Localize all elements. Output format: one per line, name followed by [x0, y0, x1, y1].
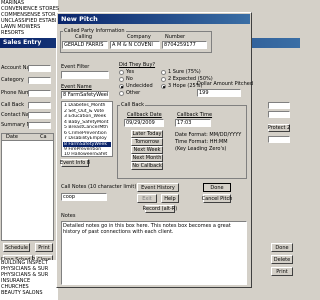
- background-list-top: MARINAS CONVENIENCE STORES COMMENSENSE S…: [0, 0, 83, 38]
- help-button[interactable]: Help: [161, 194, 179, 203]
- no-callback-button[interactable]: No Callback: [131, 162, 163, 170]
- did-they-buy-label: Did They Buy?: [119, 62, 156, 68]
- company-field[interactable]: A M & N COVENI: [110, 41, 160, 49]
- leading-zeros-text: (Key Leading Zero's): [175, 146, 227, 152]
- buy-yes-label: Yes: [126, 69, 135, 75]
- event-list-item[interactable]: 7 DisabilityEmploy: [63, 136, 111, 141]
- right-field-3[interactable]: [268, 136, 290, 143]
- tomorrow-button[interactable]: Tomorrow: [131, 138, 163, 146]
- call-back-field[interactable]: [28, 102, 51, 109]
- category-field[interactable]: [28, 77, 51, 84]
- event-info-button[interactable]: Event Info 8: [60, 159, 90, 167]
- sure-2-radio[interactable]: [161, 77, 166, 82]
- event-list-item[interactable]: 5 BreastCancerMth: [63, 125, 111, 130]
- next-week-button[interactable]: Next Week: [131, 146, 163, 154]
- buy-other-label: Other: [126, 90, 141, 96]
- done-button-right[interactable]: Done: [271, 243, 293, 252]
- exit-button[interactable]: Exit: [137, 194, 157, 203]
- dollar-amount-label: Dollar Amount Pitched: [197, 81, 254, 87]
- number-label: Number: [165, 34, 186, 40]
- delete-button-right[interactable]: Delete: [271, 255, 293, 264]
- callback-date-label: Callback Date: [127, 112, 162, 118]
- print-button-right[interactable]: Print: [271, 267, 293, 276]
- buy-yes-radio[interactable]: [119, 70, 124, 75]
- event-list-item[interactable]: 1 Diabetes_Month: [63, 103, 111, 108]
- event-listbox[interactable]: 1 Diabetes_Month 2 Set_Out_& Vote 3 Educ…: [61, 101, 113, 157]
- buy-other-radio[interactable]: [119, 91, 124, 96]
- label-call-back: Call Back: [1, 102, 25, 108]
- account-name-field[interactable]: [28, 65, 51, 72]
- new-pitch-dialog: New Pitch Called Party Information Calli…: [56, 12, 254, 288]
- sales-entry-title: Sales Entry: [3, 39, 42, 46]
- sure-1-label: 1 Sure (75%): [168, 69, 201, 75]
- event-list-item[interactable]: 3 Education_Week: [63, 114, 111, 119]
- buy-no-radio[interactable]: [119, 77, 124, 82]
- date-format-text: Date Format: MM/DD/YYYY: [175, 132, 242, 138]
- called-party-group-label: Called Party Information: [63, 28, 126, 34]
- next-month-button[interactable]: Next Month: [131, 154, 163, 162]
- call-back-group-label: Call Back: [120, 102, 146, 108]
- event-history-button[interactable]: Event History: [137, 183, 179, 192]
- calling-label: Calling: [75, 34, 93, 40]
- label-category: Category: [1, 77, 24, 83]
- notes-label: Notes: [61, 213, 76, 219]
- phone-number-field[interactable]: [28, 90, 51, 97]
- later-today-button[interactable]: Later Today: [131, 130, 163, 138]
- schedule-button[interactable]: Schedule: [3, 243, 30, 252]
- notes-text: Detailed notes go in this box here. This…: [63, 223, 231, 235]
- company-label: Company: [127, 34, 151, 40]
- protect-button[interactable]: Protect 2: [268, 124, 290, 132]
- event-list-item[interactable]: 2 Set_Out_& Vote: [63, 109, 111, 114]
- event-list-item-selected[interactable]: 8 FarmSafetyWeek: [63, 141, 111, 147]
- event-name-field[interactable]: 8 FarmSafetyWeek: [61, 91, 109, 99]
- event-filter-label: Event Filter: [61, 64, 90, 70]
- print-button-left[interactable]: Print: [35, 243, 53, 252]
- list-item[interactable]: RESORTS: [1, 31, 24, 36]
- event-filter-field[interactable]: [61, 71, 109, 79]
- dollar-amount-field[interactable]: 199: [197, 89, 241, 97]
- cancel-pitch-button[interactable]: Cancel Pitch: [202, 194, 232, 203]
- column-header-date[interactable]: Date: [6, 135, 18, 140]
- history-table: Date Ca: [1, 133, 54, 241]
- new-pitch-titlebar[interactable]: New Pitch: [58, 14, 250, 24]
- record-button[interactable]: Record (alt-R): [143, 205, 177, 213]
- summary-notes-field[interactable]: [28, 122, 51, 129]
- event-list-item[interactable]: 10 HalloweenSafet: [63, 152, 111, 157]
- column-header-ca[interactable]: Ca: [40, 135, 47, 140]
- list-item[interactable]: BEAUTY SALONS: [1, 291, 43, 296]
- right-field-1[interactable]: [268, 102, 290, 109]
- buy-undecided-radio[interactable]: [119, 84, 124, 89]
- contact-name-field[interactable]: [28, 112, 51, 119]
- history-table-header: Date Ca: [2, 134, 53, 141]
- call-notes-label: Call Notes (10 character limit): [61, 184, 137, 190]
- sure-3-radio[interactable]: [161, 84, 166, 89]
- callback-time-label: Callback Time: [177, 112, 213, 118]
- background-list-bottom: BUILDING INSPECT PHYSICIANS & SUR PHYSIC…: [0, 260, 58, 300]
- right-field-2[interactable]: [268, 111, 290, 118]
- sure-1-radio[interactable]: [161, 70, 166, 75]
- event-name-label: Event Name: [61, 84, 92, 90]
- event-list-item[interactable]: 4 Baby_SafetyMont: [63, 120, 111, 125]
- callback-date-field[interactable]: 09/29/2009: [124, 119, 164, 127]
- event-list-item[interactable]: 6 CrimePrevention: [63, 131, 111, 136]
- calling-field[interactable]: GERALD FARRIS: [62, 41, 108, 49]
- callback-time-field[interactable]: 17:03: [175, 119, 211, 127]
- call-notes-field[interactable]: coop: [61, 193, 107, 201]
- buy-no-label: No: [126, 76, 133, 82]
- done-button[interactable]: Done: [203, 183, 231, 192]
- notes-textarea[interactable]: Detailed notes go in this box here. This…: [61, 221, 247, 285]
- time-format-text: Time Format: HH:MM: [175, 139, 228, 145]
- number-field[interactable]: 8704259177: [162, 41, 207, 49]
- buy-undecided-label: Undecided: [126, 83, 153, 89]
- new-pitch-title: New Pitch: [61, 15, 98, 23]
